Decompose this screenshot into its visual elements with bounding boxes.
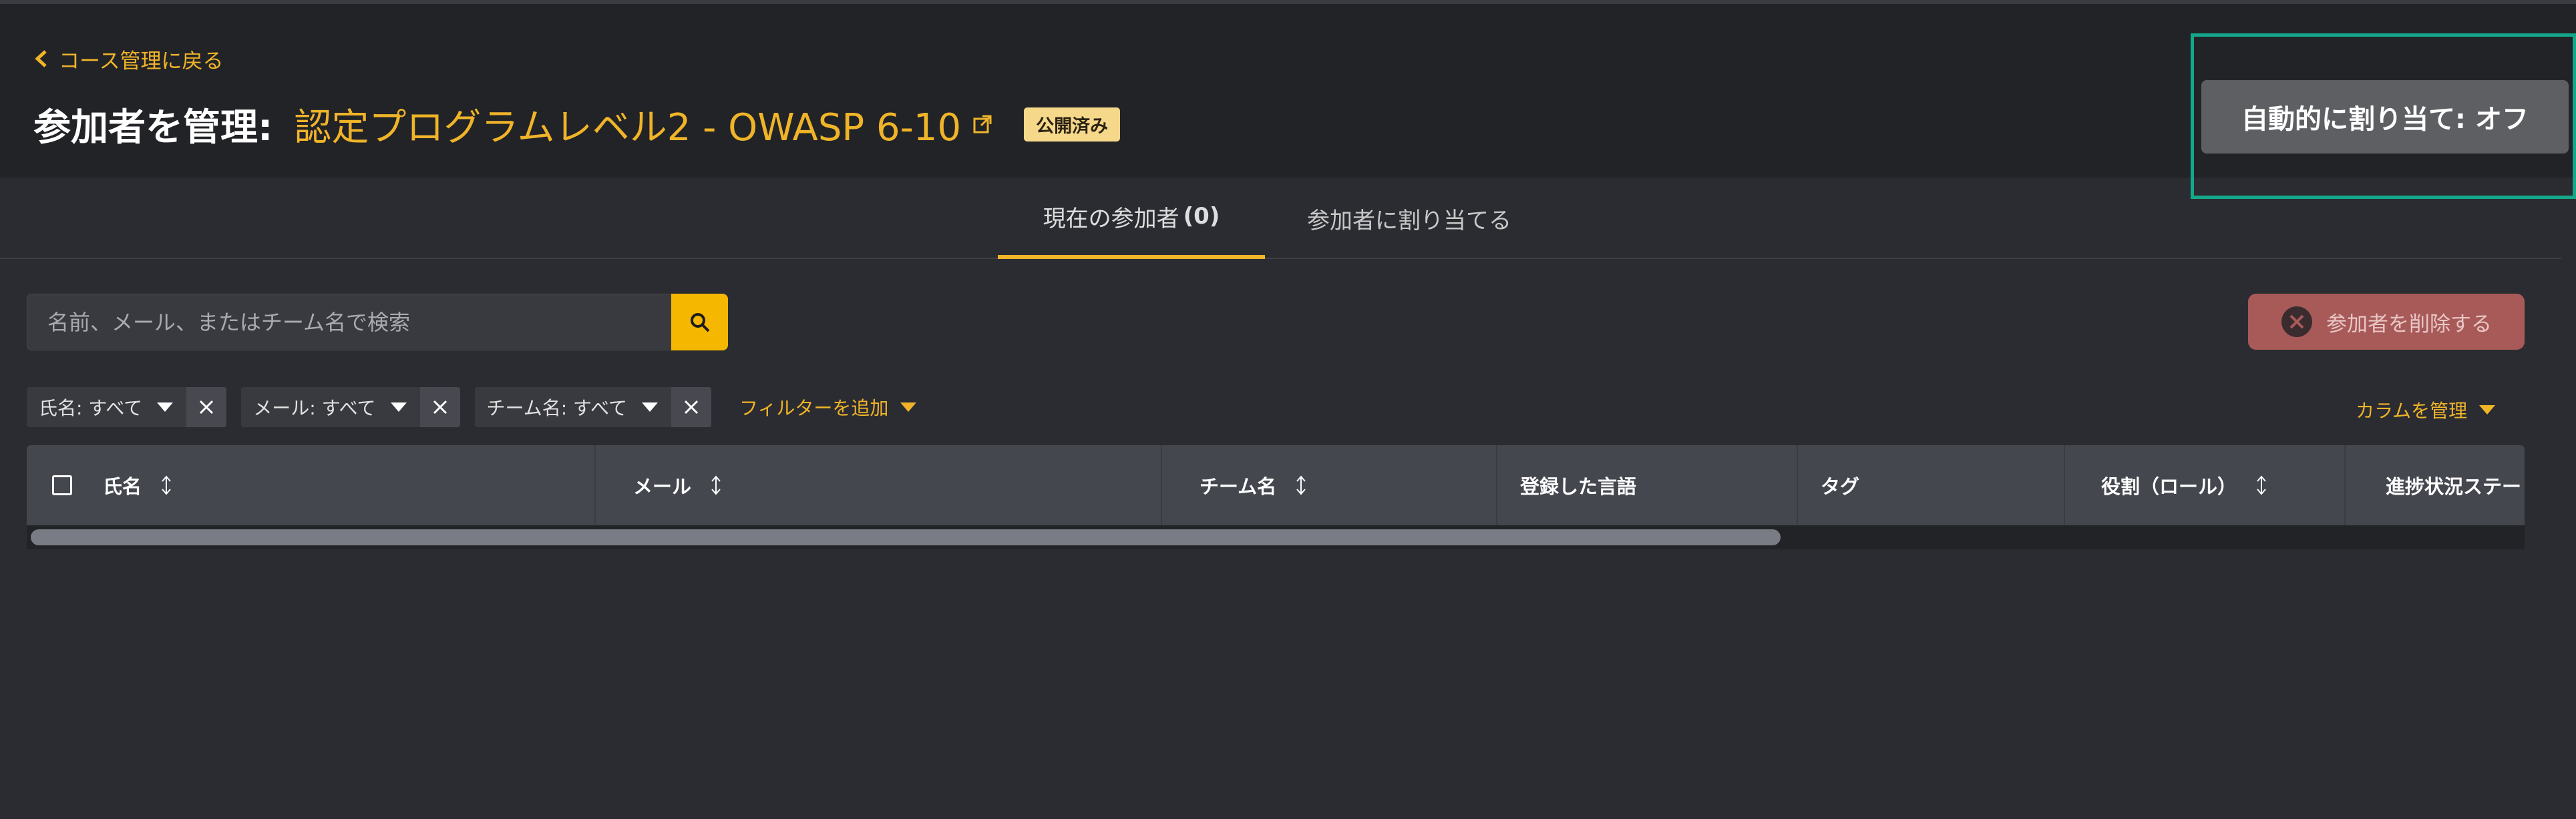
sort-icon <box>1296 475 1306 495</box>
column-divider <box>2064 445 2065 525</box>
filter-chip-email-remove[interactable] <box>419 387 460 427</box>
filter-chip-team: チーム名: すべて <box>474 387 711 427</box>
remove-button-label: 参加者を削除する <box>2326 312 2492 336</box>
filter-chip-email-dropdown[interactable]: メール: すべて <box>241 387 419 427</box>
sort-icon <box>2257 475 2266 495</box>
search-icon <box>690 312 709 332</box>
remove-participants-button[interactable]: 参加者を削除する <box>2248 294 2525 350</box>
participants-table-header: 氏名 メール チーム名 登録した言語 タグ 役割（ロール） 進捗状況ステー <box>27 445 2525 525</box>
page-title: 参加者を管理: 認定プログラムレベル2 - OWASP 6-10 公開済み <box>33 97 1121 152</box>
column-header-role[interactable]: 役割（ロール） <box>2101 445 2267 525</box>
filter-chip-email: メール: すべて <box>241 387 460 427</box>
select-all-checkbox[interactable] <box>52 475 72 495</box>
column-label: タグ <box>1821 475 1860 498</box>
sort-icon <box>162 475 171 495</box>
close-icon <box>684 400 699 415</box>
column-divider <box>1496 445 1497 525</box>
external-link-icon[interactable] <box>972 113 993 135</box>
title-prefix: 参加者を管理: <box>33 105 273 150</box>
caret-down-icon <box>900 402 917 412</box>
filter-chip-name-dropdown[interactable]: 氏名: すべて <box>27 387 186 427</box>
filter-chip-label: チーム名: すべて <box>486 397 627 419</box>
tab-current-label: 現在の参加者 <box>1043 205 1179 232</box>
column-header-tags: タグ <box>1821 445 1859 525</box>
column-divider <box>1797 445 1798 525</box>
add-filter-button[interactable]: フィルターを追加 <box>739 394 917 421</box>
manage-columns-label: カラムを管理 <box>2356 400 2468 422</box>
column-header-name[interactable]: 氏名 <box>103 445 172 525</box>
caret-down-icon <box>157 402 174 412</box>
filter-chip-name: 氏名: すべて <box>27 387 227 427</box>
tab-current-count: (0) <box>1183 203 1220 230</box>
scrollbar-thumb[interactable] <box>31 529 1781 545</box>
search-bar <box>27 294 728 350</box>
column-divider <box>1161 445 1162 525</box>
manage-columns-button[interactable]: カラムを管理 <box>2356 396 2496 423</box>
auto-assign-toggle-button[interactable]: 自動的に割り当て: オフ <box>2201 80 2569 154</box>
caret-down-icon <box>2479 405 2496 415</box>
caret-down-icon <box>641 402 658 412</box>
horizontal-scrollbar[interactable] <box>27 525 2525 549</box>
sort-icon <box>711 475 721 495</box>
column-header-team[interactable]: チーム名 <box>1200 445 1307 525</box>
filter-chip-team-dropdown[interactable]: チーム名: すべて <box>475 387 671 427</box>
column-label: メール <box>633 475 692 498</box>
add-filter-label: フィルターを追加 <box>739 397 889 419</box>
filter-chip-name-remove[interactable] <box>186 387 227 427</box>
caret-down-icon <box>390 402 407 412</box>
back-link-label: コース管理に戻る <box>59 49 224 73</box>
filter-chip-label: 氏名: すべて <box>39 397 143 419</box>
column-label: 役割（ロール） <box>2101 475 2237 498</box>
back-to-course-management-link[interactable]: コース管理に戻る <box>33 45 224 73</box>
close-icon <box>433 400 447 415</box>
tab-current-participants[interactable]: 現在の参加者 (0) <box>998 178 1265 259</box>
participant-tabs: 現在の参加者 (0) 参加者に割り当てる <box>0 178 2561 259</box>
close-icon <box>200 400 214 415</box>
column-header-email[interactable]: メール <box>633 445 722 525</box>
filter-chip-label: メール: すべて <box>253 397 376 419</box>
column-label: 登録した言語 <box>1520 475 1637 498</box>
course-name-link[interactable]: 認定プログラムレベル2 - OWASP 6-10 <box>294 97 961 152</box>
column-divider <box>2344 445 2346 525</box>
filter-row: 氏名: すべて メール: すべて チーム名: すべて フィルターを追加 <box>27 387 917 427</box>
column-divider <box>594 445 596 525</box>
close-circle-icon <box>2281 306 2312 337</box>
column-label: 進捗状況ステー <box>2386 475 2522 498</box>
search-input[interactable] <box>27 294 671 350</box>
filter-chip-team-remove[interactable] <box>671 387 711 427</box>
column-header-language: 登録した言語 <box>1520 445 1636 525</box>
chevron-left-icon <box>35 50 47 67</box>
status-badge: 公開済み <box>1024 107 1121 142</box>
page-header: コース管理に戻る 参加者を管理: 認定プログラムレベル2 - OWASP 6-1… <box>0 4 2576 178</box>
search-button[interactable] <box>671 294 728 350</box>
column-label: 氏名 <box>103 475 142 498</box>
tab-assign-participants[interactable]: 参加者に割り当てる <box>1296 178 1523 259</box>
column-header-progress-status: 進捗状況ステー <box>2386 445 2525 525</box>
column-label: チーム名 <box>1200 475 1277 498</box>
